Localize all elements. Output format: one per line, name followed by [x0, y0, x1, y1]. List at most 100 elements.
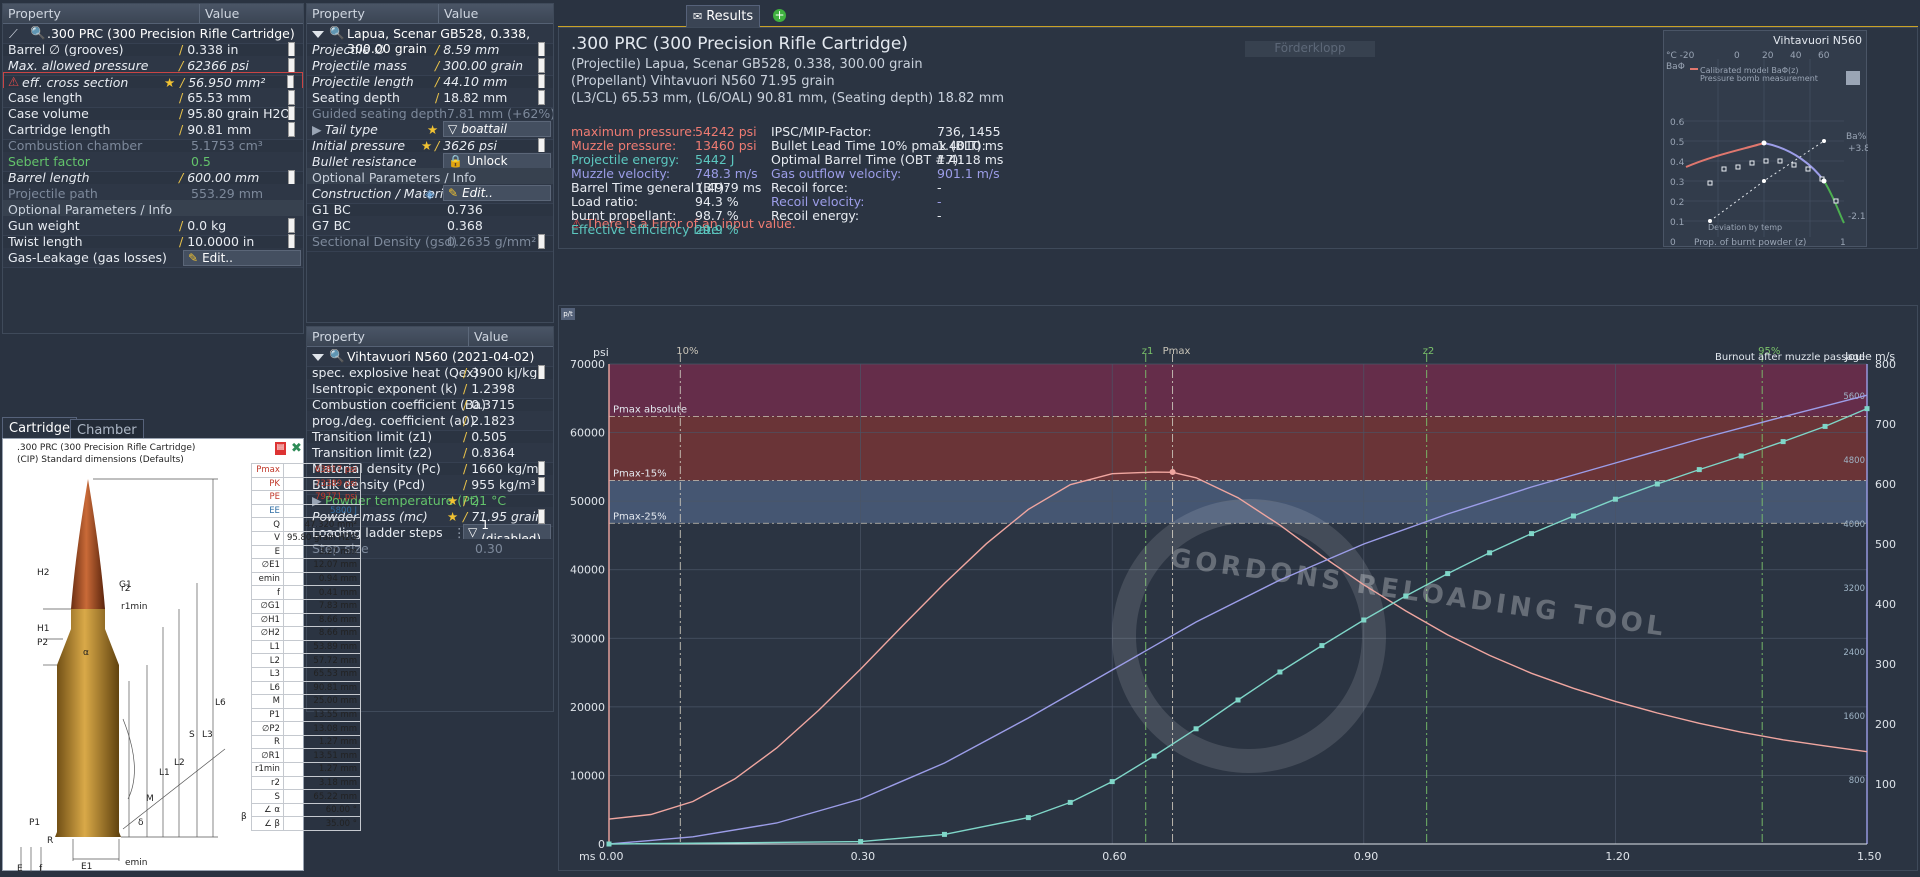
collapse-icon[interactable] [312, 31, 324, 38]
calculator-icon[interactable] [538, 365, 545, 380]
dimension-row: M 25.00 mm [251, 694, 362, 709]
y-tick-label: 10000 [570, 769, 605, 782]
calculator-icon[interactable] [538, 74, 545, 89]
dim-label: β [241, 812, 247, 822]
info-diamond-icon[interactable]: ◈ [425, 186, 435, 201]
search-icon[interactable]: 🔍 [30, 25, 46, 41]
result-label: Gas outflow velocity: [771, 166, 902, 181]
expand-icon[interactable]: ▶ [312, 122, 322, 137]
star-icon[interactable]: ★ [447, 493, 458, 508]
mini-y-tick: 0.5 [1670, 138, 1684, 148]
calculator-icon[interactable] [538, 461, 545, 476]
calculator-icon[interactable] [288, 106, 295, 121]
calculator-icon[interactable] [288, 42, 295, 57]
energy-point [858, 839, 864, 845]
dim-label: α [83, 648, 89, 658]
lock-icon: 🔒 [448, 154, 463, 168]
result-label: burnt propellant: [571, 208, 677, 223]
dimension-value: 8.66 mm [282, 612, 362, 628]
energy-point [1361, 617, 1367, 623]
pdf-icon[interactable]: ▤ [275, 442, 286, 455]
loading-ladder-dropdown[interactable]: ▽1 (disabled) [463, 518, 551, 546]
dimension-row: r2 3.18 mm [251, 775, 362, 791]
property-header: Property Value [3, 4, 303, 24]
calculator-icon[interactable] [288, 218, 295, 233]
dimension-row: ∅H1 8.66 mm [251, 612, 362, 628]
calculator-icon[interactable] [288, 58, 295, 73]
unlock-button[interactable]: 🔒 Unlock [443, 153, 551, 169]
search-icon[interactable]: 🔍 [329, 25, 345, 41]
dimension-key: Q [251, 517, 284, 532]
mini-y-tick: 0.2 [1670, 198, 1684, 208]
calculator-icon[interactable] [538, 42, 545, 57]
dimension-key: L2 [251, 653, 284, 668]
dimension-key: PE [251, 490, 284, 505]
add-tab-icon[interactable]: + [773, 9, 786, 22]
joule-tick-label: 2400 [1843, 648, 1865, 658]
result-value: - [937, 194, 942, 209]
dimension-row: ∠ β 35.00 ° [251, 816, 362, 832]
row-gas-leakage[interactable]: Gas-Leakage (gas losses) ✎ Edit.. [3, 248, 303, 268]
case-shape [55, 609, 121, 837]
result-label: maximum pressure: [571, 124, 697, 139]
calculator-icon[interactable] [538, 234, 545, 249]
calculator-icon[interactable] [288, 122, 295, 137]
calculator-icon[interactable] [288, 90, 295, 105]
dim-label: emin [125, 858, 148, 868]
dimension-key: r1min [251, 762, 284, 777]
dim-label: r1min [121, 602, 147, 612]
ms-tick-label: 200 [1875, 718, 1896, 731]
dim-label: P1 [29, 818, 40, 828]
calculator-icon[interactable] [538, 90, 545, 105]
tab-chamber[interactable]: Chamber [70, 419, 144, 439]
dimension-value: 13.55 mm [282, 707, 362, 723]
mini-right-label: Ba% [1846, 132, 1867, 142]
dimension-key: emin [251, 571, 284, 587]
dimension-row: E 3.27 mm [251, 544, 362, 560]
dimension-row: Pmax 63817 psi [251, 463, 362, 478]
star-icon[interactable]: ★ [421, 138, 432, 153]
forderklopp-button[interactable]: Förderklopp [1245, 41, 1375, 57]
chevron-down-icon: ▽ [448, 122, 458, 136]
result-label: IPSC/MIP-Factor: [771, 124, 872, 139]
dim-label: r2 [121, 584, 130, 594]
star-icon[interactable]: ★ [427, 122, 438, 137]
calculator-icon[interactable] [538, 477, 545, 492]
mini-right-tick: -2.1 [1848, 212, 1866, 222]
tail-type-dropdown[interactable]: ▽ boattail [443, 121, 551, 137]
search-icon[interactable]: 🔍 [329, 348, 345, 364]
x-tick-label: 0.60 [1102, 850, 1127, 863]
dimension-row: ∅P2 13.08 mm [251, 721, 362, 736]
energy-point [1319, 643, 1325, 649]
dimension-row: V 95.80 grain H2O [251, 530, 362, 546]
result-value: 98.7 % [695, 208, 739, 223]
joule-tick-label: 3200 [1843, 584, 1865, 594]
y-tick-label: 20000 [570, 701, 605, 714]
dimension-key: ∅E1 [251, 558, 284, 573]
energy-point [1654, 481, 1660, 487]
dimension-value: 12.07 mm [282, 558, 362, 573]
calculator-icon[interactable] [538, 58, 545, 73]
dimension-value: 95.80 grain H2O [282, 530, 362, 546]
mini-x-tick: 1 [1840, 238, 1846, 248]
result-value: 901.1 m/s [937, 166, 1000, 181]
property-header: Property Value [307, 4, 553, 24]
star-icon[interactable]: ★ [447, 509, 458, 524]
tab-results[interactable]: ✉ Results [686, 5, 761, 27]
y-tick-label: 70000 [570, 358, 605, 371]
tab-cartridge[interactable]: Cartridge [2, 417, 77, 439]
dimension-value: 79771 psi [282, 490, 362, 505]
calculator-icon[interactable] [288, 170, 295, 185]
mini-y-tick: 0.4 [1670, 158, 1685, 168]
collapse-icon[interactable] [312, 354, 324, 361]
construction-edit-button[interactable]: ✎ Edit.. [443, 185, 551, 201]
dim-label: δ [138, 818, 144, 828]
gas-leakage-edit-button[interactable]: ✎ Edit.. [183, 250, 301, 266]
dim-label: E1 [81, 862, 92, 872]
dimension-key: E [251, 544, 284, 560]
dimension-value: 3.27 mm [282, 544, 362, 560]
calculator-icon[interactable] [538, 138, 545, 153]
calculator-icon[interactable] [288, 234, 295, 249]
export-icon[interactable]: ✖ [291, 441, 302, 456]
cartridge-schematic: H2 G1 r2 r1min H1 P2 α L6 L3 S L2 L1 M δ… [17, 478, 247, 872]
